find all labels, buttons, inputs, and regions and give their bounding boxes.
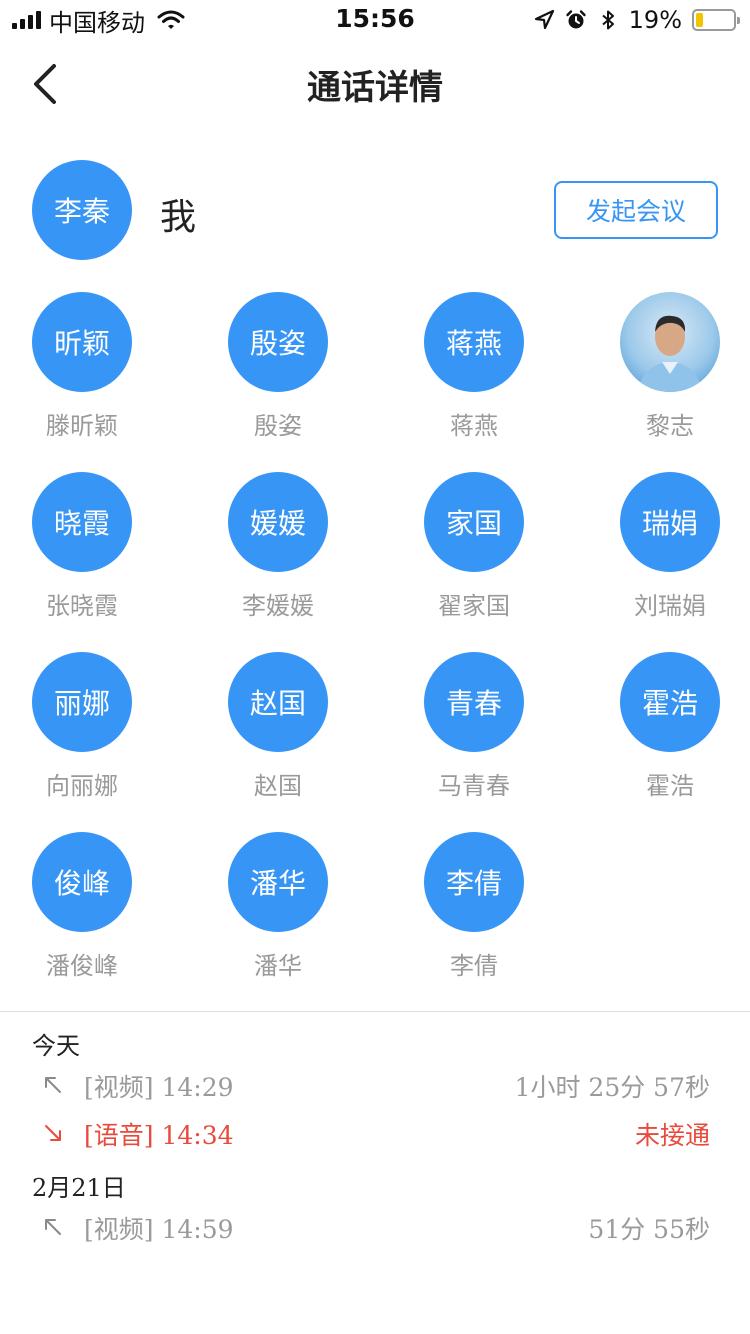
member-avatar[interactable]: 媛媛 bbox=[228, 472, 328, 572]
battery-icon bbox=[692, 9, 740, 31]
member-photo-avatar[interactable] bbox=[620, 292, 720, 392]
call-record-row[interactable]: [视频] 14:29 1小时 25分 57秒 bbox=[0, 1066, 750, 1106]
member-item[interactable]: 昕颖 滕昕颖 bbox=[12, 292, 152, 441]
member-item[interactable]: 赵国 赵国 bbox=[208, 652, 348, 801]
member-name: 蒋燕 bbox=[450, 412, 498, 440]
call-type-time: [语音] 14:34 bbox=[84, 1121, 234, 1150]
member-name: 潘华 bbox=[254, 952, 302, 980]
member-avatar[interactable]: 晓霞 bbox=[32, 472, 132, 572]
member-name: 殷姿 bbox=[254, 412, 302, 440]
person-photo-icon bbox=[638, 315, 702, 392]
member-avatar[interactable]: 赵国 bbox=[228, 652, 328, 752]
member-name: 霍浩 bbox=[646, 772, 694, 800]
battery-percent: 19% bbox=[628, 6, 682, 34]
status-bar: 中国移动 15:56 19% bbox=[0, 0, 750, 40]
member-avatar[interactable]: 瑞娟 bbox=[620, 472, 720, 572]
bluetooth-icon bbox=[602, 10, 614, 30]
member-item[interactable]: 媛媛 李媛媛 bbox=[208, 472, 348, 621]
start-meeting-button[interactable]: 发起会议 bbox=[554, 181, 718, 239]
member-name: 翟家国 bbox=[438, 592, 510, 620]
member-item[interactable]: 晓霞 张晓霞 bbox=[12, 472, 152, 621]
me-label: 我 bbox=[160, 197, 197, 238]
member-avatar[interactable]: 昕颖 bbox=[32, 292, 132, 392]
outgoing-call-arrow-icon bbox=[45, 1219, 61, 1235]
location-icon bbox=[534, 9, 554, 30]
divider bbox=[0, 1011, 750, 1012]
member-item[interactable]: 丽娜 向丽娜 bbox=[12, 652, 152, 801]
member-item[interactable]: 蒋燕 蒋燕 bbox=[404, 292, 544, 441]
member-name: 李媛媛 bbox=[242, 592, 314, 620]
member-name: 马青春 bbox=[438, 772, 510, 800]
call-type-time: [视频] 14:59 bbox=[84, 1215, 234, 1244]
member-name: 黎志 bbox=[646, 412, 694, 440]
nav-bar: 通话详情 bbox=[0, 40, 750, 128]
member-item[interactable]: 青春 马青春 bbox=[404, 652, 544, 801]
member-item[interactable]: 黎志 bbox=[600, 292, 740, 441]
call-duration: 未接通 bbox=[634, 1121, 710, 1150]
my-avatar[interactable]: 李秦 bbox=[32, 160, 132, 260]
member-name: 潘俊峰 bbox=[46, 952, 118, 980]
member-avatar[interactable]: 霍浩 bbox=[620, 652, 720, 752]
incoming-call-arrow-icon bbox=[45, 1125, 61, 1141]
member-item[interactable]: 俊峰 潘俊峰 bbox=[12, 832, 152, 981]
call-date-header: 今天 bbox=[32, 1032, 80, 1060]
outgoing-call-arrow-icon bbox=[45, 1077, 61, 1093]
member-avatar[interactable]: 丽娜 bbox=[32, 652, 132, 752]
member-name: 张晓霞 bbox=[46, 592, 118, 620]
member-item[interactable]: 霍浩 霍浩 bbox=[600, 652, 740, 801]
call-record-row[interactable]: [视频] 14:59 51分 55秒 bbox=[0, 1208, 750, 1248]
member-name: 刘瑞娟 bbox=[634, 592, 706, 620]
member-avatar[interactable]: 李倩 bbox=[424, 832, 524, 932]
member-avatar[interactable]: 潘华 bbox=[228, 832, 328, 932]
member-name: 滕昕颖 bbox=[46, 412, 118, 440]
member-avatar[interactable]: 殷姿 bbox=[228, 292, 328, 392]
member-avatar[interactable]: 青春 bbox=[424, 652, 524, 752]
member-item[interactable]: 潘华 潘华 bbox=[208, 832, 348, 981]
me-row: 李秦 我 发起会议 bbox=[0, 160, 750, 260]
member-avatar[interactable]: 家国 bbox=[424, 472, 524, 572]
call-date-header: 2月21日 bbox=[32, 1174, 126, 1202]
member-name: 向丽娜 bbox=[46, 772, 118, 800]
member-item[interactable]: 殷姿 殷姿 bbox=[208, 292, 348, 441]
page-title: 通话详情 bbox=[307, 68, 443, 108]
member-avatar[interactable]: 蒋燕 bbox=[424, 292, 524, 392]
call-duration: 1小时 25分 57秒 bbox=[514, 1073, 710, 1102]
member-avatar[interactable]: 俊峰 bbox=[32, 832, 132, 932]
battery-fill bbox=[696, 13, 703, 27]
status-right: 19% bbox=[533, 6, 740, 34]
member-item[interactable]: 李倩 李倩 bbox=[404, 832, 544, 981]
member-name: 赵国 bbox=[254, 772, 302, 800]
member-item[interactable]: 家国 翟家国 bbox=[404, 472, 544, 621]
member-name: 李倩 bbox=[450, 952, 498, 980]
call-record-row[interactable]: [语音] 14:34 未接通 bbox=[0, 1114, 750, 1154]
member-item[interactable]: 瑞娟 刘瑞娟 bbox=[600, 472, 740, 621]
alarm-icon bbox=[565, 10, 586, 29]
call-duration: 51分 55秒 bbox=[588, 1215, 710, 1244]
call-type-time: [视频] 14:29 bbox=[84, 1073, 234, 1102]
